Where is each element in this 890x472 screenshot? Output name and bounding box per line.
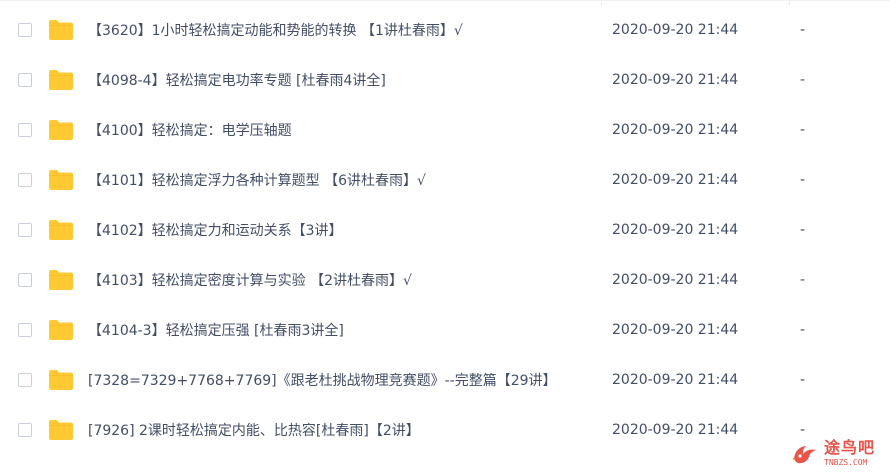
file-name[interactable]: 【4101】轻松搞定浮力各种计算题型 【6讲杜春雨】√ [88, 170, 426, 190]
file-modified-date: 2020-09-20 21:44 [612, 72, 739, 88]
file-row[interactable]: 【4098-4】轻松搞定电功率专题 [杜春雨4讲全] 2020-09-20 21… [0, 55, 890, 105]
file-size: - [800, 72, 806, 88]
folder-icon [48, 369, 74, 391]
folder-icon [48, 319, 74, 341]
folder-icon [48, 69, 74, 91]
row-checkbox[interactable] [18, 373, 32, 387]
watermark-title: 途鸟吧 [824, 437, 876, 457]
file-modified-date: 2020-09-20 21:44 [612, 422, 739, 438]
file-name[interactable]: [7328=7329+7768+7769]《跟老杜挑战物理竞赛题》--完整篇【2… [88, 370, 557, 390]
row-checkbox[interactable] [18, 223, 32, 237]
file-modified-date: 2020-09-20 21:44 [612, 322, 739, 338]
folder-icon [48, 269, 74, 291]
file-size: - [800, 272, 806, 288]
file-row[interactable]: 【4101】轻松搞定浮力各种计算题型 【6讲杜春雨】√ 2020-09-20 2… [0, 155, 890, 205]
file-modified-date: 2020-09-20 21:44 [612, 122, 739, 138]
file-row[interactable]: 【3620】1小时轻松搞定动能和势能的转换 【1讲杜春雨】√ 2020-09-2… [0, 5, 890, 55]
folder-icon [48, 219, 74, 241]
file-row[interactable]: 【4104-3】轻松搞定压强 [杜春雨3讲全] 2020-09-20 21:44… [0, 305, 890, 355]
row-checkbox[interactable] [18, 173, 32, 187]
file-size: - [800, 22, 806, 38]
file-modified-date: 2020-09-20 21:44 [612, 372, 739, 388]
file-size: - [800, 172, 806, 188]
file-name[interactable]: 【4098-4】轻松搞定电功率专题 [杜春雨4讲全] [88, 70, 386, 90]
file-row[interactable]: 【4100】轻松搞定：电学压轴题 2020-09-20 21:44 - [0, 105, 890, 155]
row-checkbox[interactable] [18, 73, 32, 87]
row-checkbox[interactable] [18, 423, 32, 437]
file-row[interactable]: [7328=7329+7768+7769]《跟老杜挑战物理竞赛题》--完整篇【2… [0, 355, 890, 405]
folder-icon [48, 119, 74, 141]
file-name[interactable]: [7926] 2课时轻松搞定内能、比热容[杜春雨]【2讲】 [88, 420, 420, 440]
folder-icon [48, 169, 74, 191]
file-name[interactable]: 【4100】轻松搞定：电学压轴题 [88, 120, 292, 140]
watermark-subtitle: TNBZS.COM [824, 457, 868, 467]
bird-logo-icon [790, 438, 820, 468]
file-size: - [800, 122, 806, 138]
file-name[interactable]: 【3620】1小时轻松搞定动能和势能的转换 【1讲杜春雨】√ [88, 20, 463, 40]
file-modified-date: 2020-09-20 21:44 [612, 222, 739, 238]
row-checkbox[interactable] [18, 323, 32, 337]
file-name[interactable]: 【4102】轻松搞定力和运动关系【3讲】 [88, 220, 343, 240]
row-checkbox[interactable] [18, 23, 32, 37]
file-size: - [800, 222, 806, 238]
row-checkbox[interactable] [18, 273, 32, 287]
row-checkbox[interactable] [18, 123, 32, 137]
file-row[interactable]: 【4103】轻松搞定密度计算与实验 【2讲杜春雨】√ 2020-09-20 21… [0, 255, 890, 305]
site-watermark: 途鸟吧 TNBZS.COM [790, 435, 888, 471]
file-name[interactable]: 【4103】轻松搞定密度计算与实验 【2讲杜春雨】√ [88, 270, 412, 290]
file-size: - [800, 322, 806, 338]
folder-icon [48, 419, 74, 441]
file-row[interactable]: 【4102】轻松搞定力和运动关系【3讲】 2020-09-20 21:44 - [0, 205, 890, 255]
file-list: 【3620】1小时轻松搞定动能和势能的转换 【1讲杜春雨】√ 2020-09-2… [0, 0, 890, 472]
file-size: - [800, 372, 806, 388]
folder-icon [48, 19, 74, 41]
file-modified-date: 2020-09-20 21:44 [612, 272, 739, 288]
file-modified-date: 2020-09-20 21:44 [612, 172, 739, 188]
file-name[interactable]: 【4104-3】轻松搞定压强 [杜春雨3讲全] [88, 320, 344, 340]
file-modified-date: 2020-09-20 21:44 [612, 22, 739, 38]
file-row[interactable]: [7926] 2课时轻松搞定内能、比热容[杜春雨]【2讲】 2020-09-20… [0, 405, 890, 455]
